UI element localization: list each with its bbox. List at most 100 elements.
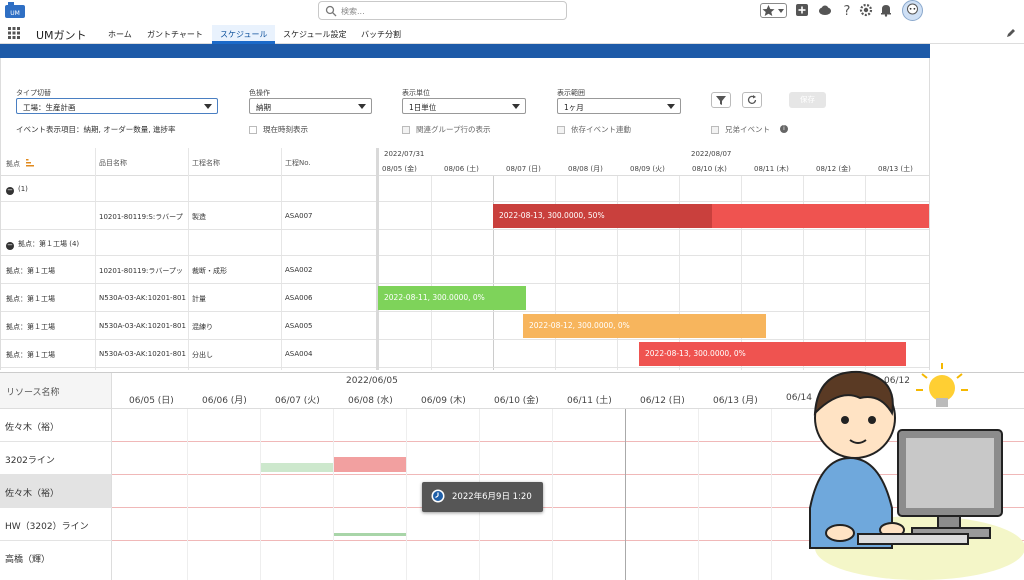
gantt-bar-label: 2022-08-13, 300.0000, 50% xyxy=(499,211,605,220)
column-header-process-no[interactable]: 工程No. xyxy=(285,158,311,168)
table-row[interactable]: 拠点：第１工場 N530A-03-AK:10201-801 混練り ASA005 xyxy=(1,312,929,340)
current-time-label: 現在時刻表示 xyxy=(263,125,308,134)
checkbox-box[interactable] xyxy=(402,125,410,134)
range-select[interactable]: 1ヶ月 xyxy=(557,98,681,114)
day-header: 06/13 (月) xyxy=(713,396,758,406)
group-name: (1) xyxy=(18,185,28,193)
app-launcher-icon[interactable] xyxy=(8,27,20,39)
column-header-site[interactable]: 拠点 xyxy=(6,158,35,169)
chevron-down-icon xyxy=(512,104,520,109)
week-label: 2022/07/31 xyxy=(384,150,425,158)
group-label[interactable]: − 拠点：第１工場 (4) xyxy=(6,239,79,250)
global-search[interactable] xyxy=(318,1,567,20)
avatar[interactable] xyxy=(902,0,923,21)
nav-tab-gantt[interactable]: ガントチャート xyxy=(147,29,203,44)
day-header: 06/07 (火) xyxy=(275,396,320,406)
cell-process: 裁断・成形 xyxy=(192,267,227,275)
collapse-icon[interactable]: − xyxy=(6,242,14,250)
dependency-checkbox[interactable]: 依存イベント連動 xyxy=(557,124,631,135)
gantt-bar-label: 2022-08-13, 300.0000, 0% xyxy=(645,349,746,358)
gantt-bar[interactable]: 2022-08-11, 300.0000, 0% xyxy=(378,286,526,310)
chevron-down-icon[interactable] xyxy=(776,4,786,17)
cell-process: 製造 xyxy=(192,213,206,221)
star-icon[interactable] xyxy=(761,4,776,17)
type-switch-label: タイプ切替 xyxy=(16,89,51,97)
day-header: 08/13 (土) xyxy=(878,165,913,173)
unit-label: 表示単位 xyxy=(402,89,430,97)
company-logo-icon[interactable]: UM xyxy=(4,1,26,19)
nav-tab-schedule[interactable]: スケジュール xyxy=(212,25,276,44)
app-name: UMガント xyxy=(36,29,87,42)
day-gridline xyxy=(698,409,699,580)
resource-row-label[interactable]: HW（3202）ライン xyxy=(0,508,112,541)
nav-tab-schedule-settings[interactable]: スケジュール設定 xyxy=(283,29,346,44)
favorites-button-group[interactable] xyxy=(760,3,787,18)
nav-tab-home[interactable]: ホーム xyxy=(108,29,132,44)
resource-row-label[interactable]: 高橋（輝） xyxy=(0,541,112,580)
save-button[interactable]: 保存 xyxy=(789,92,826,108)
day-header: 08/08 (月) xyxy=(568,165,603,173)
current-time-checkbox[interactable]: 現在時刻表示 xyxy=(249,124,308,135)
day-header: 08/05 (金) xyxy=(382,165,417,173)
cell-site: 拠点：第１工場 xyxy=(6,267,55,275)
group-row[interactable]: − (1) xyxy=(1,176,929,202)
cell-process-no: ASA002 xyxy=(285,266,313,274)
table-row[interactable]: 拠点：第１工場 10201-80119:ラバープッ 裁断・成形 ASA002 xyxy=(1,256,929,284)
color-select[interactable]: 納期 xyxy=(249,98,372,114)
column-header-site-label: 拠点 xyxy=(6,160,20,168)
day-header: 08/11 (木) xyxy=(754,165,789,173)
gear-icon[interactable] xyxy=(859,3,873,17)
color-label: 色操作 xyxy=(249,89,270,97)
resource-event-bar[interactable] xyxy=(334,457,406,472)
svg-text:?: ? xyxy=(844,4,851,17)
group-row[interactable]: − 拠点：第１工場 (4) xyxy=(1,230,929,256)
sort-icon[interactable] xyxy=(25,158,35,167)
edit-pencil-icon[interactable] xyxy=(1006,28,1016,38)
resource-event-bar[interactable] xyxy=(261,463,333,472)
day-gridline xyxy=(552,409,553,580)
day-header: 08/09 (火) xyxy=(630,165,665,173)
resource-event-bar[interactable] xyxy=(334,533,406,536)
filter-button[interactable] xyxy=(711,92,731,108)
day-header: 08/07 (日) xyxy=(506,165,541,173)
type-switch-value: 工場：生産計画 xyxy=(23,103,76,112)
bell-icon[interactable] xyxy=(879,3,893,17)
clock-icon xyxy=(431,489,445,503)
unit-value: 1日単位 xyxy=(409,103,437,112)
resource-row-label[interactable]: 佐々木（裕） xyxy=(0,475,112,508)
refresh-button[interactable] xyxy=(742,92,762,108)
add-icon[interactable] xyxy=(795,3,809,17)
resource-row-label[interactable]: 3202ライン xyxy=(0,442,112,475)
related-group-checkbox[interactable]: 関連グループ行の表示 xyxy=(402,124,491,135)
checkbox-box[interactable] xyxy=(711,125,719,134)
resource-row-label[interactable]: 佐々木（裕） xyxy=(0,409,112,442)
svg-text:UM: UM xyxy=(10,10,20,17)
checkbox-box[interactable] xyxy=(249,125,257,134)
day-gridline xyxy=(187,409,188,580)
day-header: 06/06 (月) xyxy=(202,396,247,406)
unit-select[interactable]: 1日単位 xyxy=(402,98,526,114)
range-label: 表示範囲 xyxy=(557,89,585,97)
sibling-event-checkbox[interactable]: 兄弟イベント xyxy=(711,124,770,135)
search-input[interactable] xyxy=(341,4,561,18)
nav-tab-batch-split[interactable]: バッチ分割 xyxy=(361,29,401,44)
type-switch-select[interactable]: 工場：生産計画 xyxy=(16,98,218,114)
group-label[interactable]: − (1) xyxy=(6,185,28,195)
app-nav-bar: UMガント ホーム ガントチャート スケジュール スケジュール設定 バッチ分割 xyxy=(0,22,1024,44)
checkbox-box[interactable] xyxy=(557,125,565,134)
cloud-icon[interactable] xyxy=(818,3,832,17)
column-header-item[interactable]: 品目名称 xyxy=(99,158,127,168)
day-header: 06/09 (木) xyxy=(421,396,466,406)
resource-column-header: リソース名称 xyxy=(0,373,112,409)
gantt-bar[interactable]: 2022-08-12, 300.0000, 0% xyxy=(523,314,766,338)
chevron-down-icon xyxy=(358,104,366,109)
day-header: 08/12 (金) xyxy=(816,165,851,173)
pane-splitter[interactable] xyxy=(376,148,379,370)
gantt-bar[interactable]: 2022-08-13, 300.0000, 50% xyxy=(493,204,929,228)
column-header-process[interactable]: 工程名称 xyxy=(192,158,220,168)
cell-item: N530A-03-AK:10201-801 xyxy=(99,294,186,302)
day-header: 06/05 (日) xyxy=(129,396,174,406)
info-icon[interactable]: i xyxy=(780,125,788,133)
collapse-icon[interactable]: − xyxy=(6,187,14,195)
help-icon[interactable]: ? xyxy=(840,3,854,17)
